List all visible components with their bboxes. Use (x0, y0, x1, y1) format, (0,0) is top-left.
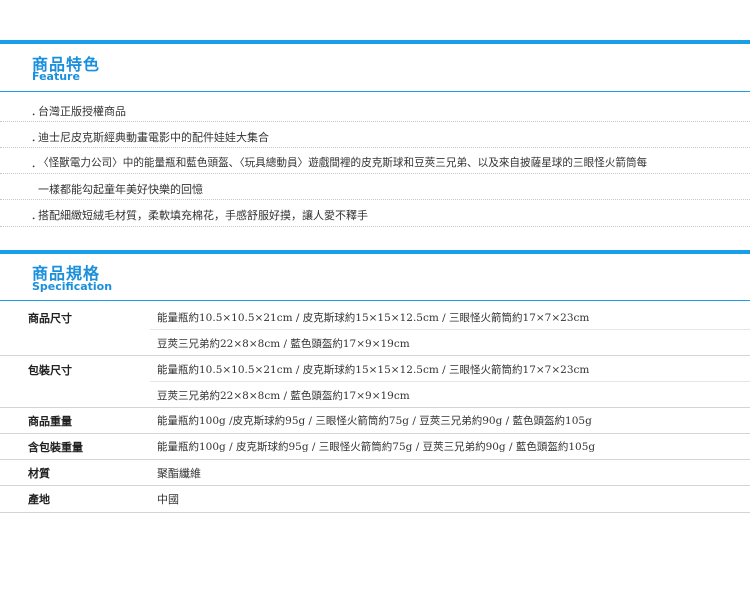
spec-subtitle: Specification (32, 280, 113, 293)
feature-underline (0, 91, 750, 92)
divider (0, 147, 750, 149)
feature-item-text: 一樣都能勾起童年美好快樂的回憶 (38, 183, 203, 196)
feature-subtitle: Feature (32, 70, 80, 83)
spec-label: 商品重量 (28, 415, 72, 428)
divider (0, 459, 750, 460)
feature-item-text: 搭配細緻短絨毛材質，柔軟填充棉花，手感舒服好摸，讓人愛不釋手 (38, 209, 368, 222)
spec-top-bar (0, 250, 750, 254)
feature-item-text: 〈怪獸電力公司〉中的能量瓶和藍色頭盔、〈玩具總動員〉遊戲間裡的皮克斯球和豆莢三兄… (38, 157, 648, 169)
divider (0, 199, 750, 201)
divider (0, 407, 750, 408)
divider (0, 121, 750, 123)
spec-value: 豆莢三兄弟約22×8×8cm / 藍色頭盔約17×9×19cm (157, 390, 410, 402)
spec-underline (0, 300, 750, 301)
divider (0, 433, 750, 434)
feature-top-bar (0, 40, 750, 44)
divider (150, 329, 750, 330)
spec-label: 含包裝重量 (28, 441, 83, 454)
divider (0, 355, 750, 356)
spec-value: 能量瓶約10.5×10.5×21cm / 皮克斯球約15×15×12.5cm /… (157, 364, 590, 376)
spec-value: 中國 (157, 493, 179, 506)
spec-label: 產地 (28, 493, 50, 506)
spec-label: 商品尺寸 (28, 312, 72, 325)
spec-value: 能量瓶約10.5×10.5×21cm / 皮克斯球約15×15×12.5cm /… (157, 312, 590, 324)
spec-value: 能量瓶約100g /皮克斯球約95g / 三眼怪火箭筒約75g / 豆莢三兄弟約… (157, 415, 592, 427)
feature-item-text: 迪士尼皮克斯經典動畫電影中的配件娃娃大集合 (38, 131, 269, 144)
spec-value: 聚酯纖維 (157, 467, 201, 480)
feature-item-text: 台灣正版授權商品 (38, 105, 126, 118)
divider (0, 512, 750, 513)
divider (0, 226, 750, 228)
divider (150, 381, 750, 382)
divider (0, 173, 750, 175)
spec-value: 豆莢三兄弟約22×8×8cm / 藍色頭盔約17×9×19cm (157, 338, 410, 350)
spec-label: 材質 (28, 467, 50, 480)
spec-label: 包裝尺寸 (28, 364, 72, 377)
divider (0, 485, 750, 486)
spec-value: 能量瓶約100g / 皮克斯球約95g / 三眼怪火箭筒約75g / 豆莢三兄弟… (157, 441, 596, 453)
